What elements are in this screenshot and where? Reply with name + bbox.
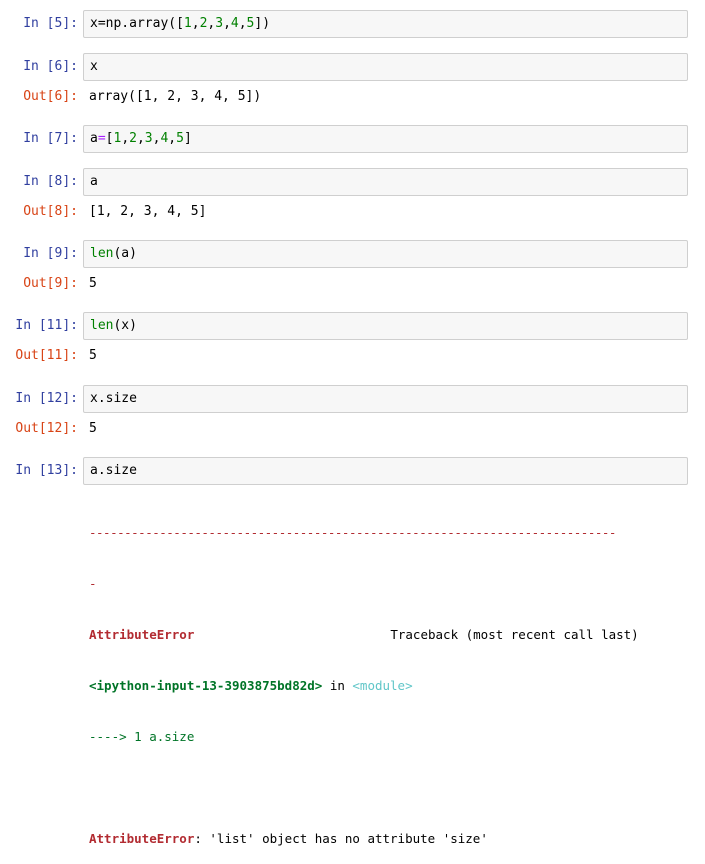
code-input[interactable]: a.size (83, 457, 688, 485)
traceback-arrow-line: ----> 1 a.size (89, 729, 195, 744)
cell-output: array([1, 2, 3, 4, 5]) (89, 89, 262, 104)
error-traceback: ----------------------------------------… (89, 490, 689, 864)
code-input[interactable]: x=np.array([1,2,3,4,5]) (83, 10, 688, 38)
code-input[interactable]: a=[1,2,3,4,5] (83, 125, 688, 153)
in-prompt: In [12]: (15, 391, 78, 406)
in-prompt: In [8]: (23, 174, 78, 189)
code-input[interactable]: a (83, 168, 688, 196)
out-prompt: Out[12]: (15, 421, 78, 436)
error-message: : 'list' object has no attribute 'size' (194, 831, 488, 846)
out-prompt: Out[6]: (23, 89, 78, 104)
out-prompt: Out[8]: (23, 204, 78, 219)
out-prompt: Out[9]: (23, 276, 78, 291)
cell-output: 5 (89, 348, 97, 363)
cell-output: 5 (89, 276, 97, 291)
out-prompt: Out[11]: (15, 348, 78, 363)
cell-output: [1, 2, 3, 4, 5] (89, 204, 207, 219)
in-prompt: In [6]: (23, 59, 78, 74)
traceback-module: <module> (352, 678, 413, 693)
code-input[interactable]: len(x) (83, 312, 688, 340)
code-input[interactable]: len(a) (83, 240, 688, 268)
traceback-input-ref: <ipython-input-13-3903875bd82d> (89, 678, 323, 693)
in-prompt: In [13]: (15, 463, 78, 478)
in-prompt: In [5]: (23, 16, 78, 31)
cell-output: 5 (89, 421, 97, 436)
in-prompt: In [9]: (23, 246, 78, 261)
error-name: AttributeError (89, 627, 195, 642)
in-prompt: In [11]: (15, 318, 78, 333)
error-message-line: AttributeError: 'list' object has no att… (89, 830, 689, 847)
traceback-separator: ----------------------------------------… (89, 525, 616, 540)
traceback-separator-wrap: - (89, 576, 97, 591)
in-prompt: In [7]: (23, 131, 78, 146)
traceback-label: Traceback (most recent call last) (390, 627, 639, 642)
error-name-final: AttributeError (89, 831, 195, 846)
code-input[interactable]: x.size (83, 385, 688, 413)
code-input[interactable]: x (83, 53, 688, 81)
traceback-location: <ipython-input-13-3903875bd82d> in <modu… (89, 678, 413, 693)
